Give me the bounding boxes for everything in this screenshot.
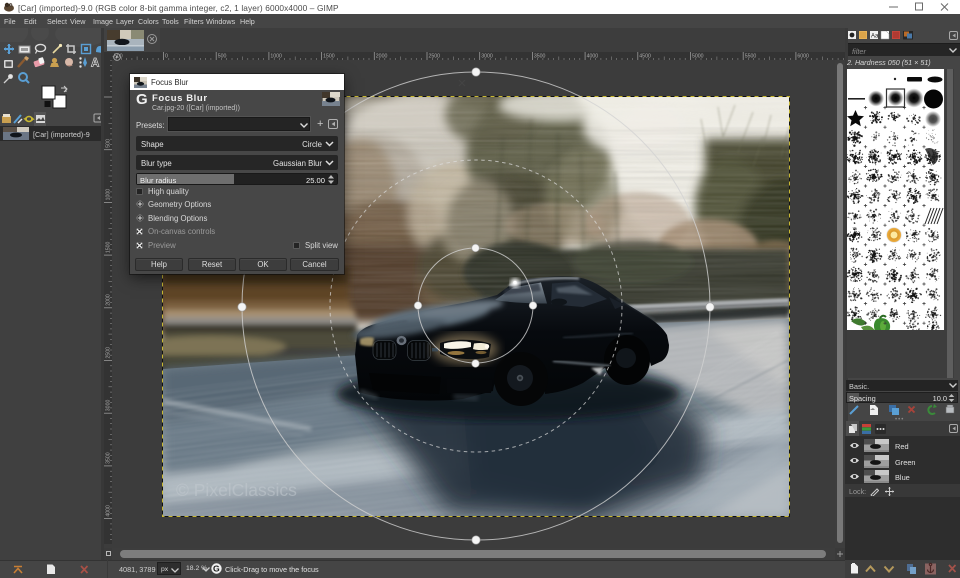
svg-text:1500: 1500 <box>323 54 335 60</box>
svg-text:A: A <box>91 58 99 70</box>
svg-text:4000: 4000 <box>587 54 599 60</box>
svg-text:2500: 2500 <box>106 347 112 359</box>
svg-text:3500: 3500 <box>534 54 546 60</box>
svg-text:4500: 4500 <box>639 54 651 60</box>
svg-text:0: 0 <box>165 54 168 60</box>
svg-text:2500: 2500 <box>429 54 441 60</box>
svg-text:4000: 4000 <box>106 505 112 517</box>
svg-text:1000: 1000 <box>106 189 112 201</box>
svg-text:3500: 3500 <box>106 452 112 464</box>
svg-text:3000: 3000 <box>106 400 112 412</box>
svg-text:500: 500 <box>106 139 112 148</box>
svg-text:5500: 5500 <box>745 54 757 60</box>
svg-text:Aa: Aa <box>871 34 879 40</box>
svg-text:3000: 3000 <box>481 54 493 60</box>
svg-text:2000: 2000 <box>376 54 388 60</box>
svg-text:1500: 1500 <box>106 241 112 253</box>
svg-text:6000: 6000 <box>797 54 809 60</box>
svg-text:500: 500 <box>218 54 227 60</box>
svg-text:G: G <box>213 564 220 574</box>
svg-text:1000: 1000 <box>270 54 282 60</box>
svg-text:2000: 2000 <box>106 294 112 306</box>
svg-text:5000: 5000 <box>692 54 704 60</box>
